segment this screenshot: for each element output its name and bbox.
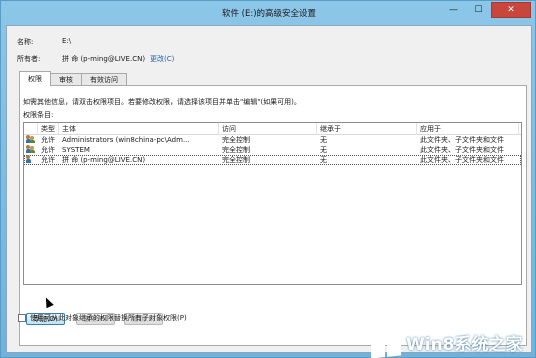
replace-child-permissions-label: 使用可从此对象继承的权限替换所有子对象权限(P) bbox=[30, 314, 187, 322]
owner-label: 所有者: bbox=[17, 55, 41, 63]
row-principal: 拼 命 (p-ming@LIVE.CN) bbox=[62, 156, 146, 164]
permission-entries-label: 权限条目: bbox=[23, 111, 54, 119]
row-applies-to: 此文件夹、子文件夹和文件 bbox=[420, 146, 504, 154]
replace-child-permissions-option[interactable]: 使用可从此对象继承的权限替换所有子对象权限(P) bbox=[18, 313, 187, 323]
table-header: 类型 主体 访问 继承于 应用于 bbox=[24, 123, 521, 135]
row-inherited: 无 bbox=[320, 156, 327, 164]
title-bar[interactable]: 软件 (E:)的高级安全设置 — ☐ ✕ bbox=[1, 1, 536, 25]
tab-strip: 权限 审核 有效访问 bbox=[19, 71, 127, 86]
close-button[interactable]: ✕ bbox=[491, 2, 531, 18]
instruction-text: 如需其他信息，请双击权限项目。若要修改权限，请选择该项目并单击"编辑"(如果可用… bbox=[23, 98, 301, 106]
column-header-type[interactable]: 类型 bbox=[38, 123, 59, 135]
row-applies-to: 此文件夹、子文件夹和文件 bbox=[420, 156, 504, 164]
row-type: 允许 bbox=[41, 156, 55, 164]
table-row[interactable]: 允许 Administrators (win8china-pc\Adm... 完… bbox=[24, 135, 521, 145]
permissions-panel: 如需其他信息，请双击权限项目。若要修改权限，请选择该项目并单击"编辑"(如果可用… bbox=[19, 85, 527, 346]
replace-child-permissions-checkbox[interactable] bbox=[18, 314, 26, 322]
user-icon bbox=[26, 155, 35, 163]
name-label: 名称: bbox=[17, 38, 34, 46]
row-inherited: 无 bbox=[320, 146, 327, 154]
column-header-inherited[interactable]: 继承于 bbox=[317, 123, 417, 135]
row-applies-to: 此文件夹、子文件夹和文件 bbox=[420, 136, 504, 144]
table-row[interactable]: 允许 SYSTEM 完全控制 无 此文件夹、子文件夹和文件 bbox=[24, 145, 521, 155]
security-settings-window: 软件 (E:)的高级安全设置 — ☐ ✕ 名称: E:\ 所有者: 拼 命 (p… bbox=[0, 0, 536, 358]
row-access: 完全控制 bbox=[222, 156, 250, 164]
tab-permissions[interactable]: 权限 bbox=[19, 71, 51, 86]
change-owner-link[interactable]: 更改(C) bbox=[150, 54, 174, 64]
group-icon bbox=[26, 145, 35, 153]
watermark: Win8系统之家 bbox=[371, 325, 536, 358]
permission-entries-table: 类型 主体 访问 继承于 应用于 允许 Administrators (win8… bbox=[23, 122, 522, 285]
row-principal: SYSTEM bbox=[62, 146, 90, 154]
row-access: 完全控制 bbox=[222, 136, 250, 144]
icon-column-header bbox=[24, 123, 38, 135]
window-controls: — ☐ ✕ bbox=[441, 2, 531, 18]
dialog-client-area: 名称: E:\ 所有者: 拼 命 (p-ming@LIVE.CN) 更改(C) … bbox=[6, 25, 532, 353]
group-icon bbox=[26, 135, 35, 143]
table-row[interactable]: 允许 拼 命 (p-ming@LIVE.CN) 完全控制 无 此文件夹、子文件夹… bbox=[24, 155, 521, 165]
name-value: E:\ bbox=[62, 37, 72, 45]
minimize-button[interactable]: — bbox=[441, 2, 466, 18]
row-type: 允许 bbox=[41, 146, 55, 154]
windows-logo-icon bbox=[371, 325, 401, 358]
maximize-button[interactable]: ☐ bbox=[466, 2, 491, 18]
row-inherited: 无 bbox=[320, 136, 327, 144]
column-header-principal[interactable]: 主体 bbox=[59, 123, 219, 135]
watermark-text: Win8系统之家 bbox=[406, 334, 523, 355]
owner-value: 拼 命 (p-ming@LIVE.CN) bbox=[62, 55, 146, 63]
row-type: 允许 bbox=[41, 136, 55, 144]
row-principal: Administrators (win8china-pc\Adm... bbox=[62, 136, 190, 144]
row-access: 完全控制 bbox=[222, 146, 250, 154]
column-header-applies-to[interactable]: 应用于 bbox=[417, 123, 519, 135]
column-header-access[interactable]: 访问 bbox=[219, 123, 317, 135]
